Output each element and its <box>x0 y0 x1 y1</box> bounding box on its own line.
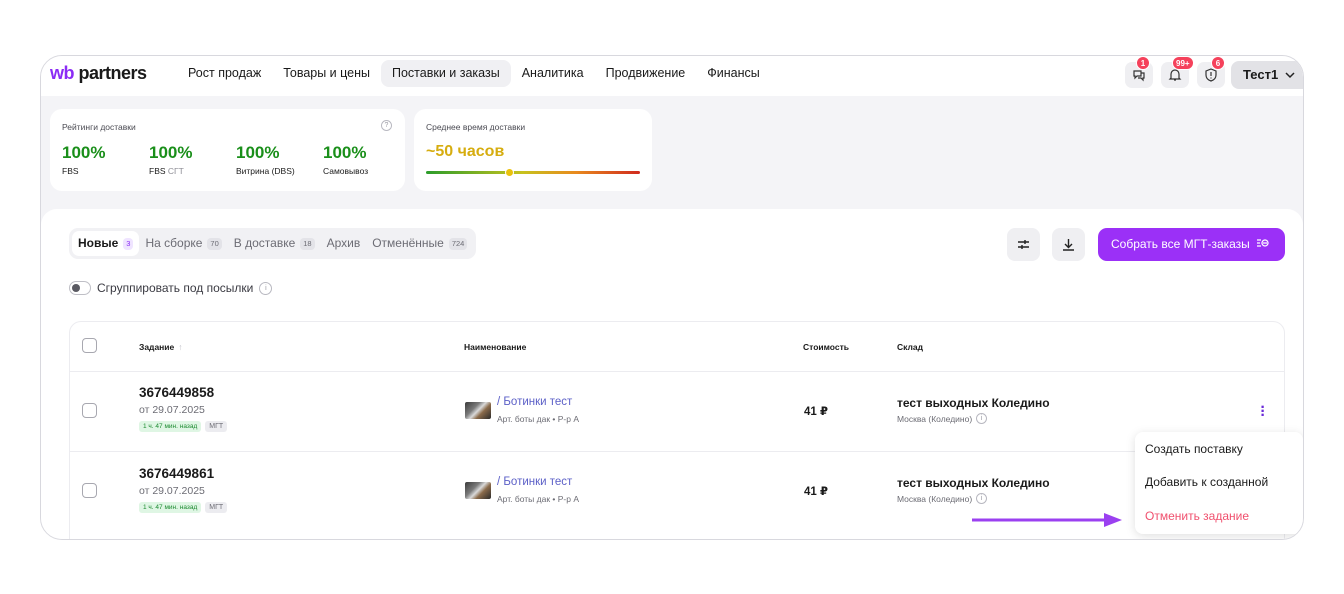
sort-up-icon: ↑ <box>178 342 183 352</box>
info-icon[interactable]: i <box>976 493 988 504</box>
tab-assembly[interactable]: На сборке 70 <box>139 231 227 256</box>
row-actions-menu: Создать поставку Добавить к созданной От… <box>1135 432 1303 534</box>
nav-item-analytics[interactable]: Аналитика <box>511 60 595 87</box>
collect-all-mgt-button[interactable]: Собрать все МГТ-заказы <box>1098 228 1285 261</box>
filter-button[interactable] <box>1007 228 1040 261</box>
row-checkbox[interactable] <box>82 403 97 418</box>
warehouse-name: тест выходных Коледино <box>897 396 1050 410</box>
app-window: wb partners Рост продаж Товары и цены По… <box>40 55 1304 540</box>
task-tags: 1 ч. 47 мин. назад МГТ <box>139 421 228 432</box>
group-by-parcels-toggle-row[interactable]: Сгруппировать под посылки i <box>69 281 273 295</box>
group-toggle-label: Сгруппировать под посылки <box>97 281 254 295</box>
menu-item-cancel-task[interactable]: Отменить задание <box>1145 509 1249 523</box>
task-id[interactable]: 3676449858 <box>139 385 214 400</box>
column-header-warehouse: Склад <box>897 342 924 352</box>
security-badge: 6 <box>1211 56 1225 70</box>
nav-item-sales-growth[interactable]: Рост продаж <box>177 60 272 87</box>
nav-item-finance[interactable]: Финансы <box>696 60 770 87</box>
annotation-arrow-icon <box>972 513 1122 527</box>
product-article: Арт. боты дак • Р-р А <box>497 494 580 504</box>
column-header-task[interactable]: Задание ↑ <box>139 342 183 352</box>
info-icon[interactable]: i <box>259 281 273 295</box>
type-tag: МГТ <box>205 421 228 432</box>
tab-new[interactable]: Новые 3 <box>72 231 140 256</box>
shield-icon <box>1205 68 1217 82</box>
rating-dbs: 100% Витрина (DBS) <box>236 143 295 176</box>
gauge-marker <box>504 168 514 177</box>
row-checkbox[interactable] <box>82 483 97 498</box>
time-tag: 1 ч. 47 мин. назад <box>139 502 202 513</box>
chat-button[interactable]: 1 <box>1125 56 1153 88</box>
tab-archive[interactable]: Архив <box>321 231 367 256</box>
group-toggle-switch[interactable] <box>69 281 91 295</box>
chat-badge: 1 <box>1136 56 1150 70</box>
tab-cancelled[interactable]: Отменённые 724 <box>366 231 473 256</box>
order-status-tabs: Новые 3 На сборке 70 В доставке 18 Архив От… <box>69 228 477 259</box>
rating-fbs: 100% FBS <box>62 143 106 176</box>
wb-partners-logo[interactable]: wb partners <box>50 63 147 84</box>
divider <box>70 451 1284 452</box>
notifications-badge: 99+ <box>1172 56 1194 70</box>
menu-item-create-supply[interactable]: Создать поставку <box>1145 442 1243 456</box>
avg-delivery-title: Среднее время доставки <box>426 122 526 132</box>
product-thumbnail[interactable] <box>465 482 491 499</box>
nav-item-supplies-orders[interactable]: Поставки и заказы <box>381 60 511 87</box>
avg-delivery-gauge <box>426 168 640 177</box>
avg-delivery-value: ~50 часов <box>426 143 505 160</box>
rating-pickup: 100% Самовывоз <box>323 143 369 176</box>
task-id[interactable]: 3676449861 <box>139 466 214 481</box>
task-date: от 29.07.2025 <box>139 404 205 416</box>
collect-icon <box>1257 239 1269 247</box>
task-tags: 1 ч. 47 мин. назад МГТ <box>139 502 228 513</box>
product-name-link[interactable]: / Ботинки тест <box>497 476 572 488</box>
user-menu[interactable]: Тест1 <box>1231 61 1303 89</box>
column-header-price: Стоимость <box>803 342 849 352</box>
tab-count: 3 <box>123 237 134 250</box>
security-button[interactable]: 6 <box>1197 56 1225 88</box>
info-icon[interactable]: i <box>976 413 988 424</box>
warehouse-city: Москва (Коледино) i <box>897 413 988 424</box>
product-name-link[interactable]: / Ботинки тест <box>497 396 572 408</box>
info-icon[interactable]: ? <box>381 120 392 131</box>
orders-table: Задание ↑ Наименование Стоимость Склад 36… <box>69 321 1285 539</box>
menu-item-add-to-created[interactable]: Добавить к созданной <box>1145 475 1268 489</box>
divider <box>70 371 1284 372</box>
avg-delivery-card: Среднее время доставки ~50 часов <box>414 109 652 191</box>
nav-item-promotion[interactable]: Продвижение <box>595 60 697 87</box>
tab-count: 18 <box>300 237 315 250</box>
product-article: Арт. боты дак • Р-р А <box>497 414 580 424</box>
task-date: от 29.07.2025 <box>139 485 205 497</box>
download-button[interactable] <box>1052 228 1085 261</box>
delivery-ratings-title: Рейтинги доставки <box>62 122 136 132</box>
more-actions-button[interactable]: · · · <box>1260 400 1266 424</box>
product-thumbnail[interactable] <box>465 402 491 419</box>
notifications-button[interactable]: 99+ <box>1161 56 1194 88</box>
column-header-name: Наименование <box>464 342 527 352</box>
warehouse-city: Москва (Коледино) i <box>897 493 988 504</box>
main-nav: Рост продаж Товары и цены Поставки и зак… <box>177 60 771 87</box>
nav-item-products-prices[interactable]: Товары и цены <box>272 60 381 87</box>
delivery-ratings-card: Рейтинги доставки ? 100% FBS 100% FBS СГ… <box>50 109 405 191</box>
tab-count: 724 <box>448 237 468 250</box>
top-navigation-bar: wb partners Рост продаж Товары и цены По… <box>41 56 1303 96</box>
chevron-down-icon <box>1285 72 1295 79</box>
price-value: 41 ₽ <box>804 406 828 418</box>
select-all-checkbox[interactable] <box>82 338 97 353</box>
warehouse-name: тест выходных Коледино <box>897 476 1050 490</box>
type-tag: МГТ <box>205 502 228 513</box>
tab-in-delivery[interactable]: В доставке 18 <box>228 231 321 256</box>
time-tag: 1 ч. 47 мин. назад <box>139 421 202 432</box>
orders-panel: Новые 3 На сборке 70 В доставке 18 Архив От… <box>41 209 1303 539</box>
sliders-icon <box>1018 240 1029 249</box>
rating-fbs-sgt: 100% FBS СГТ <box>149 143 193 176</box>
tab-count: 70 <box>207 237 222 250</box>
user-name: Тест1 <box>1243 67 1279 82</box>
download-icon <box>1063 239 1074 251</box>
price-value: 41 ₽ <box>804 486 828 498</box>
